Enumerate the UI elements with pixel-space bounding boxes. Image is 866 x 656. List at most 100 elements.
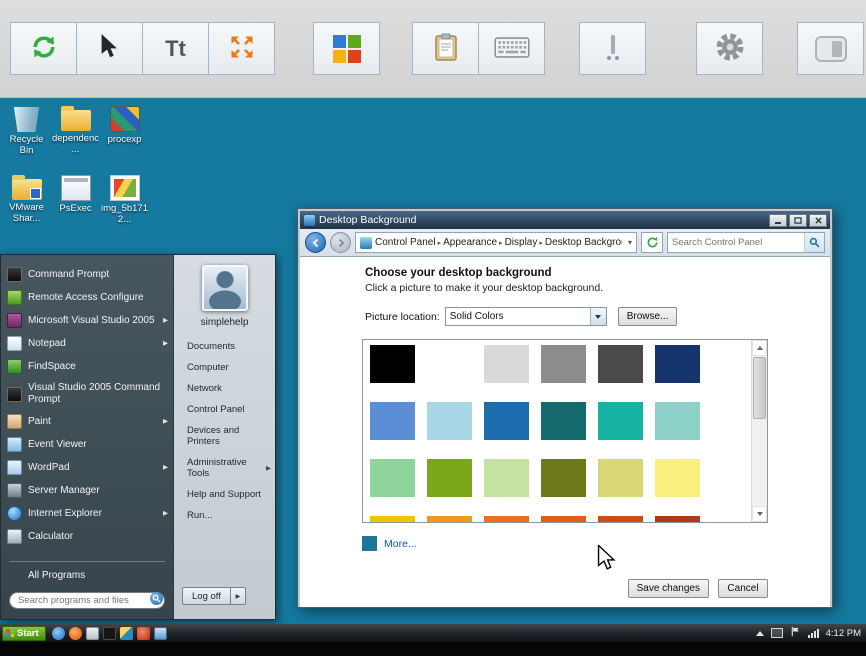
desktop-icon[interactable]: PsExec xyxy=(51,175,100,226)
color-swatch[interactable] xyxy=(484,402,529,440)
breadcrumb-item[interactable]: Display xyxy=(505,237,538,248)
start-menu-place[interactable]: Help and Support xyxy=(174,484,275,505)
desktop-icon[interactable]: Recycle Bin xyxy=(2,106,51,157)
log-off-options-arrow[interactable]: ▶ xyxy=(231,587,246,605)
color-swatch[interactable] xyxy=(484,345,529,383)
color-swatch[interactable] xyxy=(598,459,643,497)
close-button[interactable] xyxy=(809,214,827,227)
scroll-up-button[interactable] xyxy=(752,340,767,356)
start-menu-place[interactable]: Administrative Tools ▶ xyxy=(174,452,275,484)
desktop-icon[interactable]: VMware Shar... xyxy=(2,175,51,226)
search-icon[interactable] xyxy=(804,233,824,252)
scroll-down-button[interactable] xyxy=(752,506,767,522)
start-menu-place[interactable]: Documents xyxy=(174,336,275,357)
start-menu-place[interactable]: Run... xyxy=(174,505,275,526)
taskbar-app-icon-6[interactable] xyxy=(137,627,150,640)
color-swatch[interactable] xyxy=(598,345,643,383)
cancel-button[interactable]: Cancel xyxy=(718,579,768,598)
tray-window-icon[interactable] xyxy=(771,628,783,638)
control-panel-search-input[interactable] xyxy=(668,237,804,248)
color-swatch[interactable] xyxy=(655,345,700,383)
desktop-icon[interactable]: procexp xyxy=(100,106,149,157)
color-swatch[interactable] xyxy=(655,459,700,497)
user-name[interactable]: simplehelp xyxy=(174,317,275,328)
maximize-button[interactable] xyxy=(789,214,807,227)
color-swatch[interactable] xyxy=(541,516,586,523)
start-search-input[interactable] xyxy=(9,592,165,609)
color-swatch[interactable] xyxy=(541,345,586,383)
window-title-bar[interactable]: Desktop Background xyxy=(300,211,830,229)
desktop-icon[interactable]: dependenc... xyxy=(51,106,100,157)
scrollbar-thumb[interactable] xyxy=(753,357,766,419)
start-menu-place[interactable]: Computer xyxy=(174,357,275,378)
refresh-button[interactable] xyxy=(10,22,77,75)
taskbar-app-icon-1[interactable] xyxy=(52,627,65,640)
fullscreen-button[interactable] xyxy=(208,22,275,75)
breadcrumb-item[interactable]: Control Panel xyxy=(375,237,436,248)
color-swatch[interactable] xyxy=(655,402,700,440)
start-menu-place[interactable]: Devices and Printers xyxy=(174,420,275,452)
windows-grid-button[interactable] xyxy=(313,22,380,75)
search-icon[interactable] xyxy=(150,592,163,605)
start-menu-item[interactable]: Internet Explorer ▶ xyxy=(1,502,173,525)
start-menu-item[interactable]: FindSpace xyxy=(1,355,173,378)
cursor-button[interactable] xyxy=(76,22,143,75)
color-swatch[interactable] xyxy=(427,459,472,497)
color-swatch[interactable] xyxy=(484,459,529,497)
desktop-icon[interactable]: img_5b1712... xyxy=(100,175,149,226)
color-swatch[interactable] xyxy=(370,459,415,497)
side-panel-button[interactable] xyxy=(797,22,864,75)
start-menu-item[interactable]: Visual Studio 2005 Command Prompt xyxy=(1,378,173,410)
start-menu-item[interactable]: Calculator xyxy=(1,525,173,548)
taskbar-app-icon-3[interactable] xyxy=(86,627,99,640)
start-menu-item[interactable]: WordPad ▶ xyxy=(1,456,173,479)
forward-button[interactable] xyxy=(330,232,351,253)
monitor-button[interactable] xyxy=(579,22,646,75)
clipboard-button[interactable] xyxy=(412,22,479,75)
color-swatch[interactable] xyxy=(427,402,472,440)
color-swatch[interactable] xyxy=(541,402,586,440)
address-dropdown-icon[interactable]: ▾ xyxy=(625,238,632,247)
minimize-button[interactable] xyxy=(769,214,787,227)
address-refresh-button[interactable] xyxy=(641,232,663,253)
save-changes-button[interactable]: Save changes xyxy=(628,579,709,598)
taskbar-app-icon-2[interactable] xyxy=(69,627,82,640)
color-swatch[interactable] xyxy=(427,516,472,523)
user-avatar[interactable] xyxy=(202,265,248,311)
color-swatch[interactable] xyxy=(598,402,643,440)
tray-flag-icon[interactable] xyxy=(790,626,801,640)
text-button[interactable]: Tt xyxy=(142,22,209,75)
start-menu-item[interactable]: Event Viewer xyxy=(1,433,173,456)
start-button[interactable]: Start xyxy=(2,626,46,641)
start-menu-item[interactable]: Notepad ▶ xyxy=(1,332,173,355)
start-menu-item[interactable]: Paint ▶ xyxy=(1,410,173,433)
start-menu-place[interactable]: Network xyxy=(174,378,275,399)
start-menu-item[interactable]: Command Prompt xyxy=(1,263,173,286)
color-swatch[interactable] xyxy=(370,516,415,523)
settings-button[interactable] xyxy=(696,22,763,75)
breadcrumb-item[interactable]: Desktop Background xyxy=(545,237,622,248)
browse-button[interactable]: Browse... xyxy=(618,307,678,326)
show-hidden-icons-chevron[interactable] xyxy=(756,631,764,636)
color-swatch[interactable] xyxy=(655,516,700,523)
more-colors-link[interactable]: More... xyxy=(384,538,417,550)
breadcrumb[interactable]: Control Panel ▸ Appearance ▸ Display xyxy=(355,232,637,253)
picture-location-dropdown[interactable]: Solid Colors xyxy=(445,307,607,326)
start-menu-item[interactable]: Remote Access Configure xyxy=(1,286,173,309)
taskbar-clock[interactable]: 4:12 PM xyxy=(826,628,861,639)
taskbar-app-icon-7[interactable] xyxy=(154,627,167,640)
start-menu-item[interactable]: Microsoft Visual Studio 2005 ▶ xyxy=(1,309,173,332)
color-swatch[interactable] xyxy=(370,345,415,383)
color-swatch[interactable] xyxy=(427,345,472,383)
start-menu-place[interactable]: Control Panel xyxy=(174,399,275,420)
taskbar-app-icon-5[interactable] xyxy=(120,627,133,640)
network-icon[interactable] xyxy=(808,629,819,638)
desktop[interactable]: Recycle Bin dependenc... procexp VMware … xyxy=(0,98,866,624)
back-button[interactable] xyxy=(305,232,326,253)
taskbar-app-icon-4[interactable] xyxy=(103,627,116,640)
keyboard-button[interactable] xyxy=(478,22,545,75)
log-off-button[interactable]: Log off xyxy=(182,587,231,605)
color-swatch[interactable] xyxy=(598,516,643,523)
color-swatch[interactable] xyxy=(484,516,529,523)
chevron-down-icon[interactable] xyxy=(590,308,606,325)
